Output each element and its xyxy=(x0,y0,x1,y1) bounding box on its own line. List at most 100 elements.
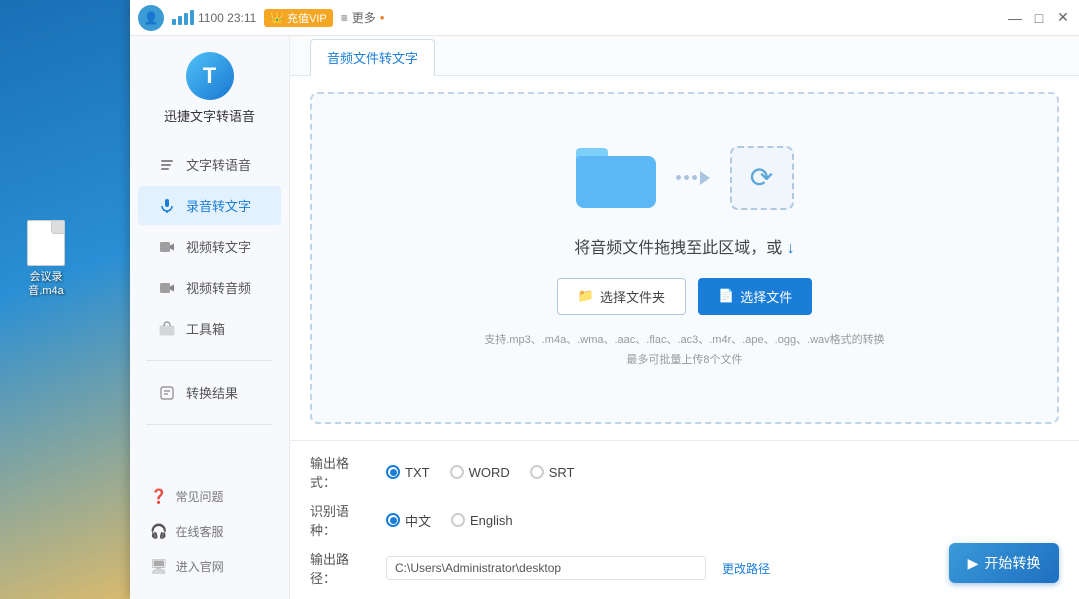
sidebar-nav: 文字转语音 录音转文字 视频转文字 xyxy=(130,145,289,348)
file-btn-icon: 📄 xyxy=(718,288,734,304)
video-text-label: 视频转文字 xyxy=(186,237,251,256)
results-label: 转换结果 xyxy=(186,383,238,402)
arrow-right xyxy=(676,171,710,185)
vip-icon: 👑 xyxy=(270,11,284,24)
select-file-label: 选择文件 xyxy=(740,287,792,306)
select-folder-label: 选择文件夹 xyxy=(600,287,665,306)
drag-arrow: ↓ xyxy=(787,240,795,257)
language-label: 识别语种： xyxy=(310,501,370,539)
footer-item-support[interactable]: 🎧 在线客服 xyxy=(130,515,289,548)
text-speech-icon xyxy=(158,156,176,174)
faq-icon: ❓ xyxy=(150,488,167,505)
faq-label: 常见问题 xyxy=(175,488,223,505)
upload-drag-text: 将音频文件拖拽至此区域，或 ↓ xyxy=(574,234,794,258)
file-icon-image xyxy=(27,220,65,266)
format-setting-row: 输出格式： TXT WORD SRT xyxy=(310,453,1059,491)
format-radio-txt xyxy=(386,465,400,479)
signal-bar-1 xyxy=(172,19,176,25)
arrow-dot-1 xyxy=(676,175,681,180)
max-files-text: 最多可批量上传8个文件 xyxy=(484,351,884,371)
change-path-button[interactable]: 更改路径 xyxy=(722,560,770,577)
upload-area[interactable]: ⟳ 将音频文件拖拽至此区域，或 ↓ 📁 选择文件夹 📄 选择文件 xyxy=(310,92,1059,424)
desktop-file-icon[interactable]: 会议录音.m4a xyxy=(14,220,78,299)
language-chinese-label: 中文 xyxy=(405,511,431,530)
more-menu[interactable]: ≡ 更多 ● xyxy=(341,9,385,26)
vip-badge[interactable]: 👑 充值VIP xyxy=(264,9,332,27)
convert-symbol: ⟳ xyxy=(750,161,773,194)
website-icon: 🖥 xyxy=(150,558,168,575)
title-bar-left: 👤 1100 23:11 👑 充值VIP ≡ 更多 ● xyxy=(138,5,1007,31)
status-time: 1100 23:11 xyxy=(198,11,256,25)
path-input[interactable] xyxy=(386,556,706,580)
arrow-dot-3 xyxy=(692,175,697,180)
format-radio-word xyxy=(450,465,464,479)
vip-label: 充值VIP xyxy=(287,10,327,26)
drag-text-main: 将音频文件拖拽至此区域，或 xyxy=(574,240,782,257)
app-window: 👤 1100 23:11 👑 充值VIP ≡ 更多 ● xyxy=(130,0,1079,599)
signal-bar-3 xyxy=(184,13,188,25)
folder-btn-icon: 📁 xyxy=(578,288,594,304)
sidebar-item-toolbox[interactable]: 工具箱 xyxy=(138,309,281,348)
recording-text-icon xyxy=(158,197,176,215)
select-file-button[interactable]: 📄 选择文件 xyxy=(698,278,812,315)
footer-item-faq[interactable]: ❓ 常见问题 xyxy=(130,480,289,513)
path-label: 输出路径： xyxy=(310,549,370,587)
tab-audio-to-text-label: 音频文件转文字 xyxy=(327,51,418,66)
language-radio-group: 中文 English xyxy=(386,511,513,530)
text-speech-label: 文字转语音 xyxy=(186,155,251,174)
logo-char: T xyxy=(203,63,216,89)
main-content: 音频文件转文字 ⟳ xyxy=(290,36,1079,599)
start-convert-button[interactable]: ▶ 开始转换 xyxy=(949,543,1059,583)
sidebar-item-recording-to-text[interactable]: 录音转文字 xyxy=(138,186,281,225)
tab-audio-to-text[interactable]: 音频文件转文字 xyxy=(310,39,435,76)
sidebar-footer: ❓ 常见问题 🎧 在线客服 🖥 进入官网 xyxy=(130,480,289,583)
video-text-icon xyxy=(158,238,176,256)
menu-lines-icon: ≡ xyxy=(341,11,348,25)
sidebar-item-text-to-speech[interactable]: 文字转语音 xyxy=(138,145,281,184)
format-option-word[interactable]: WORD xyxy=(450,465,510,480)
language-english-label: English xyxy=(470,513,513,528)
recording-text-label: 录音转文字 xyxy=(186,196,251,215)
more-label: 更多 xyxy=(352,9,376,26)
app-logo-text: 迅捷文字转语音 xyxy=(164,106,255,125)
format-option-srt[interactable]: SRT xyxy=(530,465,575,480)
video-audio-label: 视频转音频 xyxy=(186,278,251,297)
restore-button[interactable]: □ xyxy=(1031,10,1047,26)
minimize-button[interactable]: — xyxy=(1007,10,1023,26)
sidebar-divider-2 xyxy=(146,424,273,425)
format-option-txt[interactable]: TXT xyxy=(386,465,430,480)
path-setting-row: 输出路径： 更改路径 xyxy=(310,549,1059,587)
start-convert-label: 开始转换 xyxy=(984,553,1040,573)
results-icon xyxy=(158,384,176,402)
language-radio-chinese xyxy=(386,513,400,527)
upload-buttons: 📁 选择文件夹 📄 选择文件 xyxy=(557,278,812,315)
footer-item-website[interactable]: 🖥 进入官网 xyxy=(130,550,289,583)
arrow-head xyxy=(700,171,710,185)
signal-bars xyxy=(172,10,194,25)
tab-bar: 音频文件转文字 xyxy=(290,36,1079,76)
format-txt-label: TXT xyxy=(405,465,430,480)
upload-icons-group: ⟳ xyxy=(576,146,794,210)
arrow-dot-2 xyxy=(684,175,689,180)
language-option-chinese[interactable]: 中文 xyxy=(386,511,431,530)
video-audio-icon xyxy=(158,279,176,297)
language-option-english[interactable]: English xyxy=(451,513,513,528)
folder-icon xyxy=(576,148,656,208)
format-label: 输出格式： xyxy=(310,453,370,491)
user-avatar: 👤 xyxy=(138,5,164,31)
close-button[interactable]: ✕ xyxy=(1055,10,1071,26)
avatar-icon: 👤 xyxy=(144,11,159,25)
app-logo-icon: T xyxy=(186,52,234,100)
start-play-icon: ▶ xyxy=(968,555,979,572)
sidebar: T 迅捷文字转语音 文字转语音 录音转文字 xyxy=(130,36,290,599)
format-radio-group: TXT WORD SRT xyxy=(386,465,575,480)
support-label: 在线客服 xyxy=(175,523,223,540)
sidebar-item-results[interactable]: 转换结果 xyxy=(138,373,281,412)
status-display: 1100 23:11 xyxy=(172,10,256,25)
support-icon: 🎧 xyxy=(150,523,167,540)
sidebar-item-video-to-audio[interactable]: 视频转音频 xyxy=(138,268,281,307)
app-body: T 迅捷文字转语音 文字转语音 录音转文字 xyxy=(130,36,1079,599)
sidebar-item-video-to-text[interactable]: 视频转文字 xyxy=(138,227,281,266)
language-setting-row: 识别语种： 中文 English xyxy=(310,501,1059,539)
select-folder-button[interactable]: 📁 选择文件夹 xyxy=(557,278,686,315)
